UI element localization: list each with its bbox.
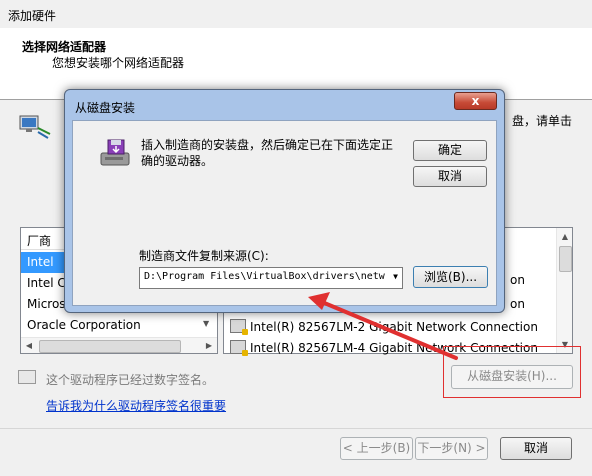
window-title: 添加硬件: [8, 9, 57, 23]
footer-divider: [0, 428, 592, 429]
cancel-button[interactable]: 取消: [500, 437, 572, 460]
have-disk-button[interactable]: 从磁盘安装(H)...: [451, 365, 573, 389]
dialog-title: 从磁盘安装: [75, 101, 136, 115]
model-vscrollbar[interactable]: ▲ ▼: [556, 228, 572, 353]
manufacturer-hscroll-thumb[interactable]: [39, 340, 181, 353]
copy-from-combobox[interactable]: D:\Program Files\VirtualBox\drivers\netw…: [139, 267, 403, 289]
install-from-disk-dialog: 从磁盘安装 x 插入制造商的安装盘，然后确定已在下面选定正确的驱动器。 确定 取…: [64, 89, 505, 313]
annotation-arrow: [308, 292, 458, 360]
instruction-text: 盘，请单击: [512, 114, 573, 128]
page-subtitle: 您想安装哪个网络适配器: [52, 56, 185, 70]
dialog-message: 插入制造商的安装盘，然后确定已在下面选定正确的驱动器。: [141, 138, 394, 168]
model-item-fragment[interactable]: on: [510, 273, 525, 287]
chevron-down-icon[interactable]: ▼: [393, 272, 398, 281]
dialog-body: 插入制造商的安装盘，然后确定已在下面选定正确的驱动器。 确定 取消 制造商文件复…: [72, 120, 497, 306]
manufacturer-scroll-down[interactable]: ▼: [203, 319, 215, 328]
manufacturer-hscrollbar[interactable]: ◀ ▶: [21, 337, 217, 353]
network-adapter-icon: [19, 115, 51, 139]
signed-driver-icon: [18, 370, 36, 384]
driver-icon: [230, 340, 248, 356]
dialog-cancel-button[interactable]: 取消: [413, 166, 487, 187]
next-button[interactable]: 下一步(N) >: [415, 437, 488, 460]
driver-icon: [230, 319, 248, 335]
signature-status: 这个驱动程序已经过数字签名。: [46, 373, 215, 387]
install-disk-icon: [100, 139, 130, 166]
ok-button[interactable]: 确定: [413, 140, 487, 161]
close-button[interactable]: x: [454, 92, 497, 110]
signature-info-link[interactable]: 告诉我为什么驱动程序签名很重要: [46, 397, 226, 414]
browse-button[interactable]: 浏览(B)...: [413, 266, 488, 288]
model-vscroll-thumb[interactable]: [559, 246, 572, 272]
title-bar: 添加硬件: [0, 0, 592, 28]
back-button[interactable]: < 上一步(B): [340, 437, 413, 460]
manufacturer-item[interactable]: Oracle Corporation: [21, 315, 201, 336]
model-item-fragment[interactable]: on: [510, 297, 525, 311]
copy-from-label: 制造商文件复制来源(C):: [139, 249, 269, 263]
page-title: 选择网络适配器: [22, 40, 107, 54]
copy-from-path: D:\Program Files\VirtualBox\drivers\netw: [144, 271, 385, 282]
